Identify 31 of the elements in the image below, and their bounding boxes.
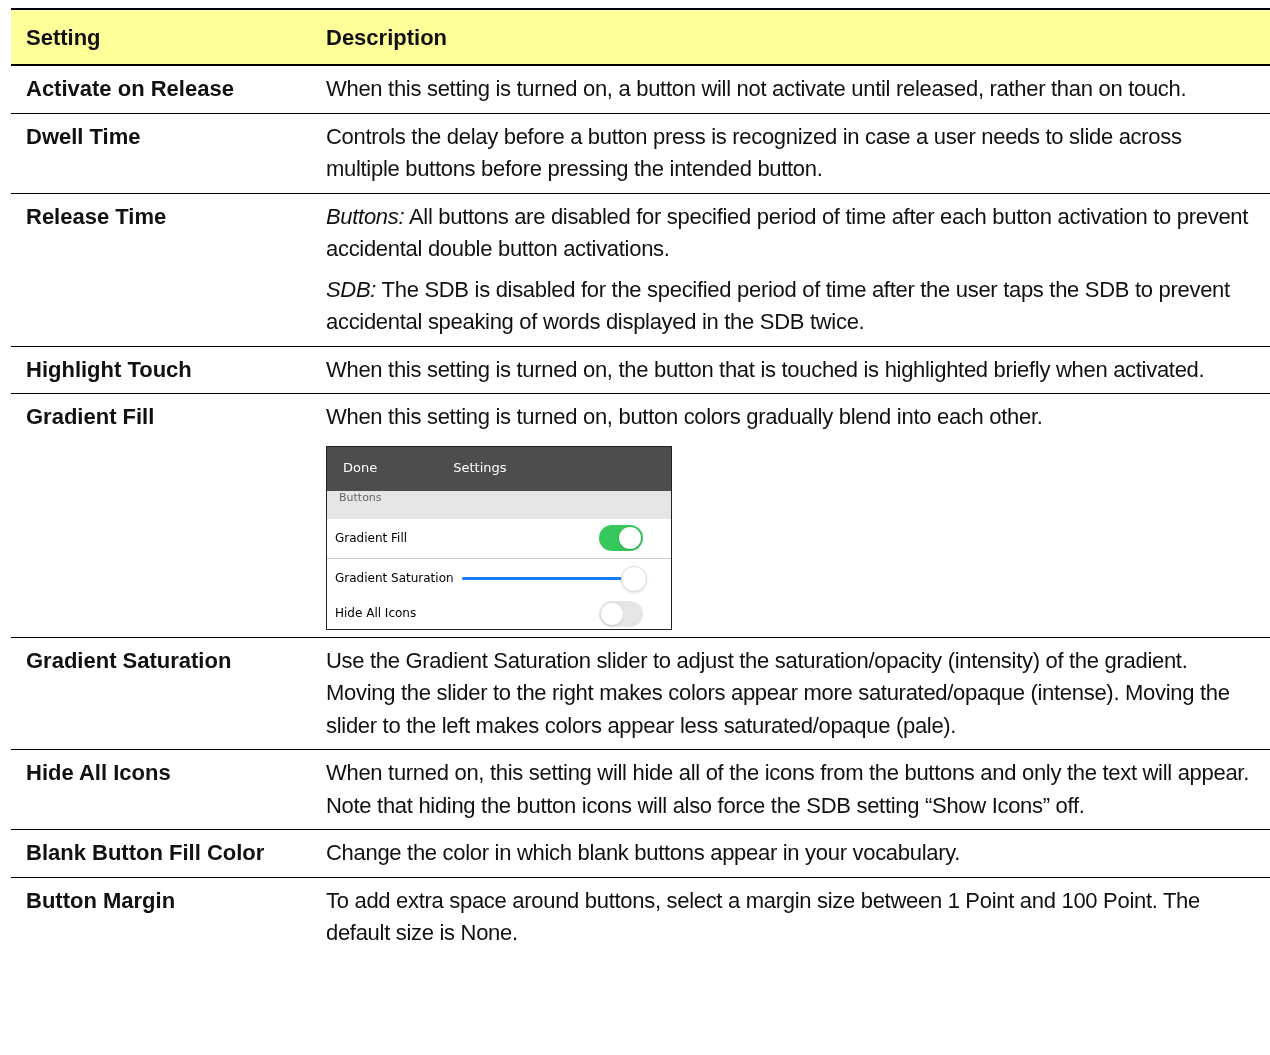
toggle-switch[interactable] <box>599 525 643 551</box>
slider[interactable] <box>461 565 647 592</box>
description-text: Change the color in which blank buttons appear in your vocabulary. <box>326 839 962 867</box>
column-header: Description <box>325 23 448 52</box>
description-text: When this setting is turned on, a button will not activate until released, rather than on touch. <box>326 75 1188 103</box>
description-text: Buttons: All buttons are disabled for specified period of time after each button activation to prevent accidental double button activations. <box>326 202 1250 263</box>
toggle-switch[interactable] <box>599 600 643 627</box>
description-text: Use the Gradient Saturation slider to adjust the saturation/opacity (intensity) of the gradient. Moving the slider to the right makes colors appear more saturated/opaque (intense). Moving the slider to the left makes colors appear less saturated/opaque (pale). <box>326 646 1231 740</box>
setting-name: Gradient Fill <box>25 403 156 431</box>
setting-label: Hide All Icons <box>335 605 417 623</box>
done-button[interactable]: Done <box>343 452 378 485</box>
description-text: To add extra space around buttons, select a margin size between 1 Point and 100 Point. The default size is None. <box>326 886 1201 947</box>
setting-label: Gradient Saturation <box>335 570 454 588</box>
nav-title: Settings <box>453 459 507 478</box>
setting-name: Activate on Release <box>25 75 235 103</box>
setting-name: Highlight Touch <box>25 355 193 384</box>
column-header: Setting <box>25 23 102 52</box>
setting-label: Gradient Fill <box>335 529 408 547</box>
setting-name: Gradient Saturation <box>25 646 233 675</box>
section-header: Buttons <box>327 490 671 519</box>
setting-name: Button Margin <box>25 886 177 915</box>
description-text: When this setting is turned on, the button that is touched is highlighted briefly when activated. <box>326 355 1206 384</box>
setting-name: Blank Button Fill Color <box>25 839 266 867</box>
slider-thumb[interactable] <box>621 565 647 592</box>
setting-name: Dwell Time <box>25 122 142 151</box>
description-text: When turned on, this setting will hide all of the icons from the buttons and only the text will appear. Note that hiding the button icons will also force the SDB setting “Show Icons” off. <box>326 759 1250 820</box>
description-text: SDB: The SDB is disabled for the specified period of time after the user taps the SDB to prevent accidental speaking of words displayed in the SDB twice. <box>326 275 1231 336</box>
setting-name: Release Time <box>25 202 168 231</box>
description-text: When this setting is turned on, button colors gradually blend into each other. <box>326 403 1044 431</box>
description-text: Controls the delay before a button press is recognized in case a user needs to slide across multiple buttons before pressing the intended button. <box>326 122 1183 183</box>
setting-name: Hide All Icons <box>25 759 172 787</box>
